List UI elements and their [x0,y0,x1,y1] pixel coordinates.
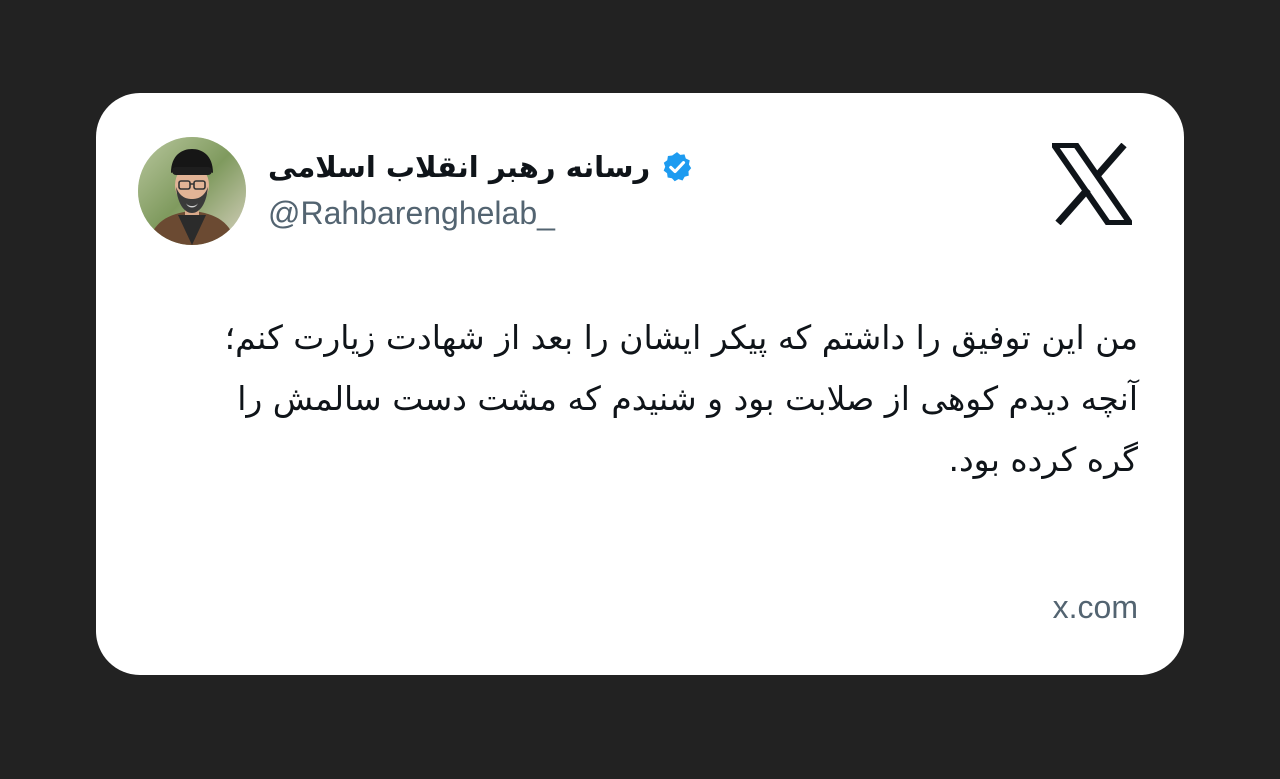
verified-badge-icon [660,150,694,184]
tweet-body-text: من این توفیق را داشتم که پیکر ایشان را ب… [224,318,1138,479]
x-logo-icon[interactable] [1048,142,1136,226]
author-handle[interactable]: @Rahbarenghelab_ [268,195,555,232]
tweet-card[interactable]: رسانه رهبر انقلاب اسلامی @Rahbarenghelab… [96,93,1184,675]
author-name-row: رسانه رهبر انقلاب اسلامی [268,145,694,189]
avatar[interactable] [138,137,246,245]
author-display-name[interactable]: رسانه رهبر انقلاب اسلامی [268,150,650,184]
source-domain-link[interactable]: x.com [1053,589,1138,626]
